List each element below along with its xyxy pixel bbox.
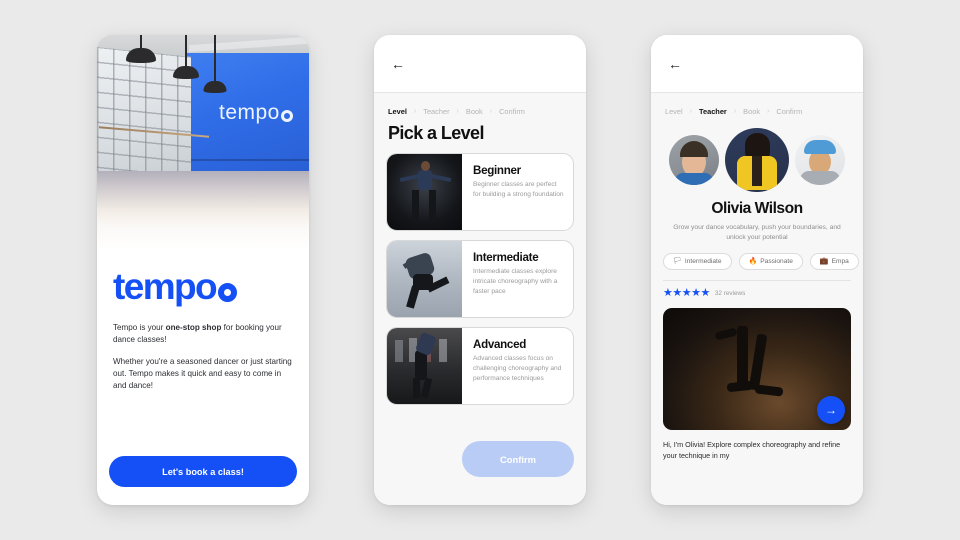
level-name: Beginner bbox=[473, 164, 521, 177]
breadcrumb-separator: › bbox=[489, 108, 493, 115]
brand-logo-text: tempo bbox=[113, 266, 218, 307]
beginner-text: Beginner Beginner classes are perfect fo… bbox=[462, 154, 573, 230]
next-step-fab-button[interactable]: → bbox=[817, 395, 845, 424]
level-card-intermediate[interactable]: Intermediate Intermediate classes explor… bbox=[386, 240, 574, 318]
phone-screen-welcome: tempo tempo Tempo is your one-stop shop … bbox=[97, 35, 309, 505]
confirm-area: Confirm bbox=[374, 441, 574, 477]
level-description: Intermediate classes explore intricate c… bbox=[473, 268, 558, 295]
tag-chip-empathetic[interactable]: 💼 Empa bbox=[809, 252, 859, 270]
breadcrumb-separator: › bbox=[456, 108, 459, 115]
pendant-lamp bbox=[203, 35, 227, 93]
breadcrumb-separator: › bbox=[689, 108, 693, 115]
tag-chip-passionate[interactable]: 🔥 Passionate bbox=[738, 252, 803, 270]
advanced-text: Advanced Advanced classes focus on chall… bbox=[462, 328, 573, 404]
breadcrumb-teacher[interactable]: Teacher bbox=[423, 107, 449, 116]
back-arrow-icon[interactable]: ← bbox=[665, 54, 685, 74]
brand-o-icon bbox=[218, 283, 238, 302]
wall-logo-text: tempo bbox=[219, 101, 280, 124]
breadcrumb-level[interactable]: Level bbox=[388, 107, 407, 116]
top-bar: ← bbox=[651, 35, 863, 93]
breadcrumb: Level › Teacher › Book › Confirm bbox=[374, 93, 586, 116]
level-list: Beginner Beginner classes are perfect fo… bbox=[374, 144, 586, 405]
phone-screen-pick-level: ← Level › Teacher › Book › Confirm Pick … bbox=[374, 35, 586, 505]
avatar-teacher-3[interactable] bbox=[795, 135, 845, 185]
pick-level-body: Level › Teacher › Book › Confirm Pick a … bbox=[374, 93, 586, 505]
advanced-thumbnail bbox=[387, 328, 462, 404]
teacher-bio: Grow your dance vocabulary, push your bo… bbox=[673, 224, 841, 242]
beginner-thumbnail bbox=[387, 154, 462, 230]
top-bar: ← bbox=[374, 35, 586, 93]
intro-pre: Tempo is your bbox=[113, 323, 166, 332]
breadcrumb: Level › Teacher › Book › Confirm bbox=[651, 93, 863, 116]
book-class-button[interactable]: Let's book a class! bbox=[109, 456, 297, 487]
breadcrumb-separator: › bbox=[413, 108, 417, 115]
pendant-lamp bbox=[125, 35, 156, 63]
flag-icon: 🏳 bbox=[673, 257, 682, 265]
tag-chip-intermediate[interactable]: 🏳 Intermediate bbox=[663, 252, 732, 270]
level-card-advanced[interactable]: Advanced Advanced classes focus on chall… bbox=[386, 327, 574, 405]
tag-label: Passionate bbox=[760, 257, 793, 265]
intro-paragraph-1: Tempo is your one-stop shop for booking … bbox=[113, 322, 293, 345]
confirm-button[interactable]: Confirm bbox=[462, 441, 574, 477]
breadcrumb-separator: › bbox=[733, 108, 737, 115]
rating-row: ★★★★★ 32 reviews bbox=[651, 281, 863, 299]
avatar-teacher-olivia[interactable] bbox=[725, 128, 789, 192]
star-rating-icon: ★★★★★ bbox=[663, 286, 710, 299]
level-name: Intermediate bbox=[473, 251, 539, 264]
intermediate-thumbnail bbox=[387, 241, 462, 317]
welcome-content: tempo Tempo is your one-stop shop for bo… bbox=[97, 250, 309, 392]
avatar-teacher-1[interactable] bbox=[669, 135, 719, 185]
level-description: Advanced classes focus on challenging ch… bbox=[473, 355, 562, 382]
mockup-stage: tempo tempo Tempo is your one-stop shop … bbox=[0, 0, 960, 540]
phone-screen-teacher: ← Level › Teacher › Book › Confirm Olivi… bbox=[651, 35, 863, 505]
intro-paragraph-2: Whether you're a seasoned dancer or just… bbox=[113, 357, 292, 390]
tag-label: Empa bbox=[831, 257, 849, 265]
logo-o-icon bbox=[280, 110, 293, 122]
wall-logo: tempo bbox=[219, 101, 293, 125]
level-name: Advanced bbox=[473, 338, 527, 351]
teacher-video-thumbnail[interactable]: → bbox=[663, 307, 851, 430]
page-title: Pick a Level bbox=[388, 123, 484, 143]
teacher-body: Level › Teacher › Book › Confirm Olivia … bbox=[651, 93, 863, 505]
fire-icon: 🔥 bbox=[748, 257, 758, 265]
tag-label: Intermediate bbox=[684, 257, 722, 265]
breadcrumb-level[interactable]: Level bbox=[665, 107, 683, 116]
breadcrumb-book[interactable]: Book bbox=[743, 107, 760, 116]
brand-logo: tempo bbox=[113, 268, 293, 305]
level-description: Beginner classes are perfect for buildin… bbox=[473, 181, 564, 198]
teacher-tag-list: 🏳 Intermediate 🔥 Passionate 💼 Empa bbox=[651, 244, 863, 270]
breadcrumb-separator: › bbox=[767, 108, 770, 115]
intermediate-text: Intermediate Intermediate classes explor… bbox=[462, 241, 573, 317]
breadcrumb-teacher[interactable]: Teacher bbox=[699, 107, 727, 116]
hero-studio-image: tempo bbox=[97, 35, 309, 250]
teacher-note: Hi, I'm Olivia! Explore complex choreogr… bbox=[663, 439, 841, 460]
breadcrumb-book[interactable]: Book bbox=[466, 107, 483, 116]
intro-bold: one-stop shop bbox=[165, 323, 222, 332]
breadcrumb-confirm[interactable]: Confirm bbox=[499, 107, 525, 116]
teacher-avatar-list bbox=[651, 116, 863, 192]
teacher-name: Olivia Wilson bbox=[711, 200, 803, 217]
review-count[interactable]: 32 reviews bbox=[715, 290, 746, 297]
pendant-lamp bbox=[172, 35, 199, 79]
breadcrumb-confirm[interactable]: Confirm bbox=[776, 107, 802, 116]
level-card-beginner[interactable]: Beginner Beginner classes are perfect fo… bbox=[386, 153, 574, 231]
studio-floor bbox=[97, 171, 309, 250]
back-arrow-icon[interactable]: ← bbox=[388, 54, 408, 74]
briefcase-icon: 💼 bbox=[819, 257, 829, 265]
